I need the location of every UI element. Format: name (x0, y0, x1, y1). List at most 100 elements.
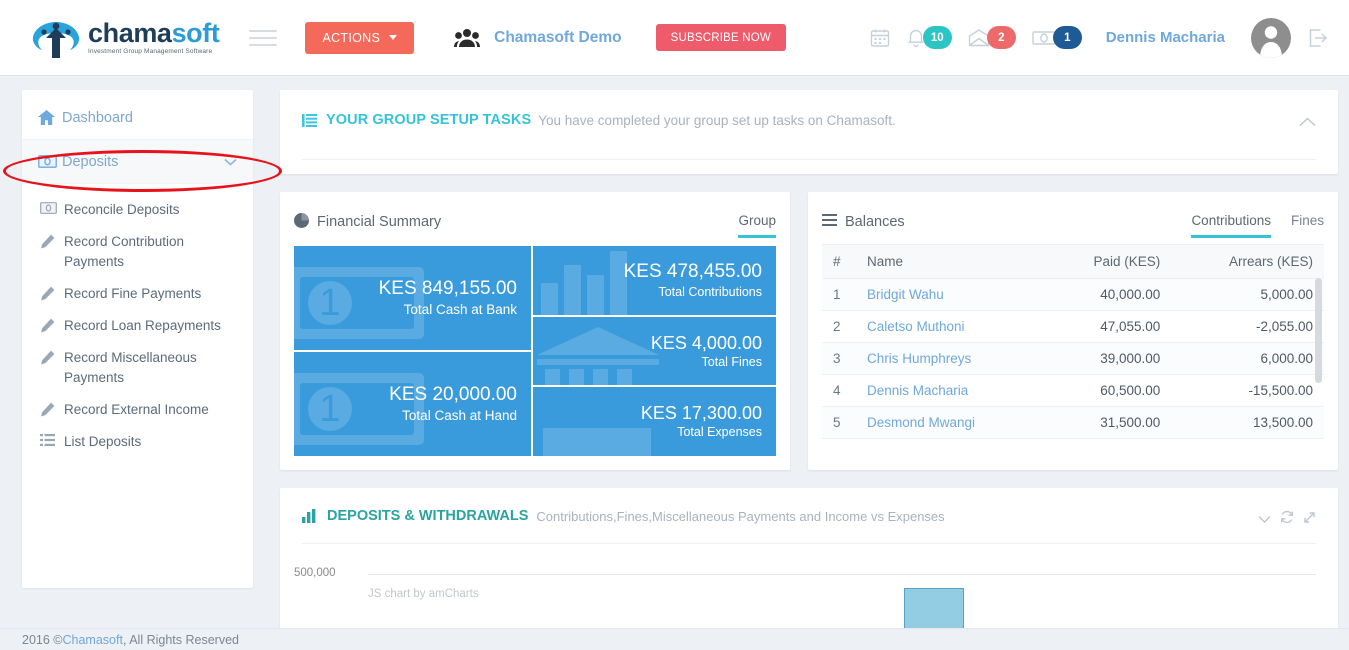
sidebar-item-deposits[interactable]: Deposits (22, 140, 253, 184)
tile-amount: KES 4,000.00 (650, 332, 762, 353)
table-row[interactable]: 2 Caletso Muthoni 47,055.00 -2,055.00 (822, 310, 1324, 343)
sidebar-item-label: Record External Income (64, 402, 209, 417)
notifications-bell[interactable]: 10 (906, 26, 952, 49)
sidebar-item-dashboard[interactable]: Dashboard (22, 96, 253, 140)
tile-label: Total Contributions (658, 284, 762, 299)
footer-brand-link[interactable]: Chamasoft (63, 633, 123, 647)
sidebar-item-list-deposits[interactable]: List Deposits (22, 426, 253, 458)
table-row[interactable]: 5 Desmond Mwangi 31,500.00 13,500.00 (822, 406, 1324, 439)
chevron-down-icon[interactable] (1258, 511, 1271, 529)
tile-total-expenses: KES 17,300.00 Total Expenses (533, 387, 776, 457)
deposits-chart-subtitle: Contributions,Fines,Miscellaneous Paymen… (536, 508, 945, 524)
cell-arrears: -15,500.00 (1171, 374, 1324, 407)
chevron-up-icon[interactable] (1299, 114, 1316, 132)
sidebar-item-reconcile-deposits[interactable]: Reconcile Deposits (22, 194, 253, 226)
money-icon (40, 200, 64, 214)
sidebar-item-record-external-income[interactable]: Record External Income (22, 394, 253, 426)
cell-arrears: -2,055.00 (1171, 310, 1324, 343)
cell-arrears: 13,500.00 (1171, 406, 1324, 439)
actions-button-label: ACTIONS (322, 30, 381, 45)
cell-member-name[interactable]: Bridgit Wahu (856, 278, 1044, 311)
logo-text-secondary: soft (171, 17, 220, 48)
tile-total-fines: KES 4,000.00 Total Fines (533, 316, 776, 386)
page-footer: 2016 © Chamasoft, All Rights Reserved (0, 628, 1349, 650)
sidebar-item-record-fine-payments[interactable]: Record Fine Payments (22, 278, 253, 310)
money-icon (38, 155, 62, 168)
expand-icon[interactable] (1303, 511, 1316, 529)
sidebar-item-label: Record Miscellaneous Payments (64, 350, 197, 385)
tab-fines[interactable]: Fines (1291, 213, 1324, 238)
table-row[interactable]: 6 Edwin Njoroge 52,400.00 -7,400.00 (822, 438, 1324, 444)
tile-amount: KES 17,300.00 (640, 403, 762, 424)
cell-paid: 39,000.00 (1043, 342, 1172, 375)
table-row[interactable]: 1 Bridgit Wahu 40,000.00 5,000.00 (822, 278, 1324, 311)
cell-paid: 40,000.00 (1043, 278, 1172, 311)
tab-contributions[interactable]: Contributions (1191, 213, 1271, 238)
cell-member-name[interactable]: Caletso Muthoni (856, 310, 1044, 343)
cell-member-name[interactable]: Desmond Mwangi (856, 406, 1044, 439)
cell-arrears: 6,000.00 (1171, 342, 1324, 375)
refresh-icon[interactable] (1280, 510, 1294, 529)
pie-chart-icon (294, 212, 309, 232)
column-header-index: # (822, 244, 856, 279)
balances-table: # Name Paid (KES) Arrears (KES) 1 Bridgi… (822, 244, 1324, 444)
table-row[interactable]: 3 Chris Humphreys 39,000.00 6,000.00 (822, 342, 1324, 375)
sidebar-item-label: Record Fine Payments (64, 286, 202, 301)
balances-tabs: Contributions Fines (1191, 206, 1324, 238)
app-logo[interactable]: chamasoft Investment Group Management So… (28, 15, 220, 61)
tab-group[interactable]: Group (738, 213, 776, 238)
chart-y-axis-tick: 500,000 (294, 567, 336, 579)
cell-member-name[interactable]: Chris Humphreys (856, 342, 1044, 375)
user-name-label[interactable]: Dennis Macharia (1106, 29, 1225, 46)
cell-member-name[interactable]: Dennis Macharia (856, 374, 1044, 407)
top-navigation-bar: chamasoft Investment Group Management So… (0, 0, 1349, 76)
tile-total-cash-at-hand: 1 KES 20,000.00 Total Cash at Hand (294, 352, 531, 456)
footer-suffix: , All Rights Reserved (122, 632, 239, 647)
balances-panel: Balances Contributions Fines # Name Paid… (808, 192, 1338, 470)
pencil-icon (40, 316, 64, 333)
list-bars-icon (302, 113, 317, 127)
group-selector[interactable]: Chamasoft Demo (454, 28, 622, 48)
user-avatar-icon[interactable] (1251, 17, 1291, 58)
divider (302, 159, 1316, 160)
payments-money[interactable]: 1 (1032, 26, 1082, 49)
sidebar-item-record-miscellaneous-payments[interactable]: Record Miscellaneous Payments (22, 342, 253, 394)
logo-tagline: Investment Group Management Software (88, 47, 213, 55)
users-group-icon (454, 28, 481, 47)
actions-button[interactable]: ACTIONS (305, 21, 415, 54)
sidebar-item-label: List Deposits (64, 434, 142, 449)
setup-tasks-subtitle: You have completed your group set up tas… (538, 112, 896, 128)
pencil-icon (40, 400, 64, 417)
sidebar-item-label: Reconcile Deposits (64, 202, 180, 217)
cell-paid: 47,055.00 (1043, 310, 1172, 343)
column-header-name: Name (856, 244, 1044, 279)
cell-index: 6 (822, 438, 856, 444)
table-scrollbar[interactable] (1315, 278, 1322, 383)
deposits-chart-tools (1258, 510, 1316, 529)
hamburger-icon[interactable] (249, 25, 278, 51)
divider (302, 543, 1316, 544)
sidebar-item-record-loan-repayments[interactable]: Record Loan Repayments (22, 310, 253, 342)
balances-title-row: Balances (822, 214, 905, 230)
calendar-icon[interactable] (870, 28, 890, 48)
subscribe-now-button[interactable]: SUBSCRIBE NOW (655, 24, 786, 51)
financial-summary-tiles: 1 KES 849,155.00 Total Cash at Bank 1 KE… (294, 246, 776, 457)
chart-credit-label: JS chart by amCharts (368, 588, 479, 600)
messages-envelope[interactable]: 2 (968, 26, 1016, 49)
cell-index: 1 (822, 278, 856, 311)
sidebar-item-label: Record Contribution Payments (64, 234, 185, 269)
chamasoft-logo-icon (32, 21, 80, 58)
cell-index: 4 (822, 374, 856, 407)
table-row[interactable]: 4 Dennis Macharia 60,500.00 -15,500.00 (822, 374, 1324, 407)
cell-member-name[interactable]: Edwin Njoroge (856, 438, 1044, 444)
logo-text-primary: chama (88, 17, 172, 48)
sidebar-item-label: Dashboard (62, 109, 133, 126)
svg-text:1: 1 (319, 388, 340, 430)
balances-table-wrapper: # Name Paid (KES) Arrears (KES) 1 Bridgi… (822, 244, 1324, 444)
logout-icon[interactable] (1307, 28, 1329, 48)
cell-paid: 60,500.00 (1043, 374, 1172, 407)
pencil-icon (40, 284, 64, 301)
tile-amount: KES 20,000.00 (389, 384, 517, 405)
deposits-withdrawals-chart[interactable]: 500,000 JS chart by amCharts (280, 550, 1338, 644)
sidebar-item-record-contribution-payments[interactable]: Record Contribution Payments (22, 226, 253, 278)
